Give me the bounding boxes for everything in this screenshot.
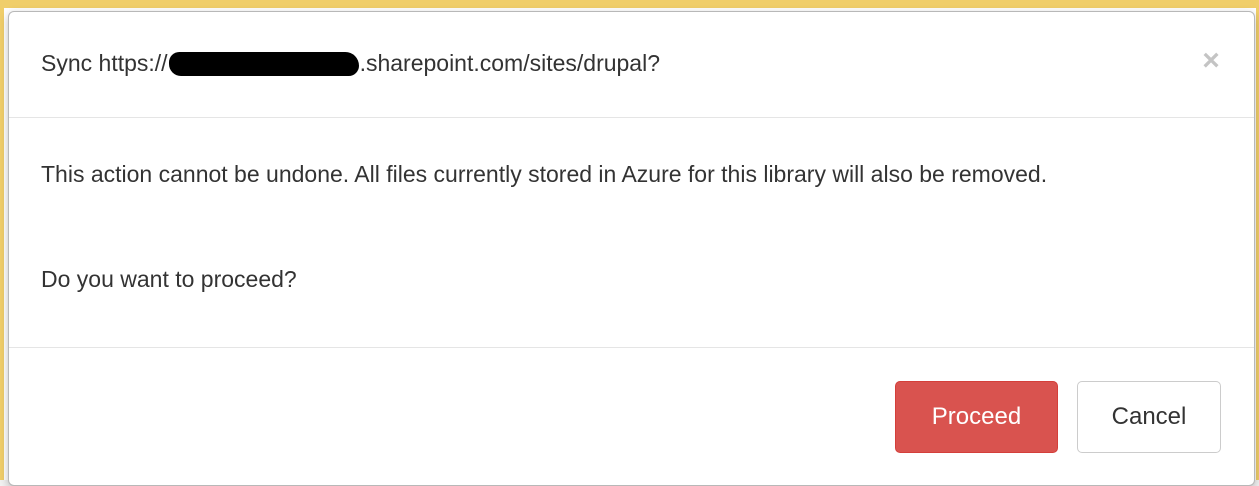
dialog-body: This action cannot be undone. All files … [9, 118, 1254, 348]
close-icon: × [1202, 44, 1220, 77]
dialog-header: Sync https:// .sharepoint.com/sites/drupa… [9, 12, 1254, 118]
redacted-tenant-name [168, 52, 359, 76]
confirm-question: Do you want to proceed? [41, 266, 297, 292]
dialog-title-prefix: Sync https:// [41, 50, 168, 76]
confirm-sync-dialog: Sync https:// .sharepoint.com/sites/drupa… [8, 11, 1255, 486]
dialog-title: Sync https:// .sharepoint.com/sites/drupa… [41, 50, 660, 77]
window-edge-top [0, 0, 1259, 8]
window-edge-left [0, 0, 4, 480]
dialog-title-suffix: .sharepoint.com/sites/drupal? [359, 50, 660, 76]
proceed-button[interactable]: Proceed [895, 381, 1058, 453]
cancel-button[interactable]: Cancel [1077, 381, 1221, 453]
warning-message: This action cannot be undone. All files … [41, 161, 1048, 187]
close-button[interactable]: × [1196, 46, 1226, 76]
dialog-footer: Proceed Cancel [9, 348, 1254, 478]
